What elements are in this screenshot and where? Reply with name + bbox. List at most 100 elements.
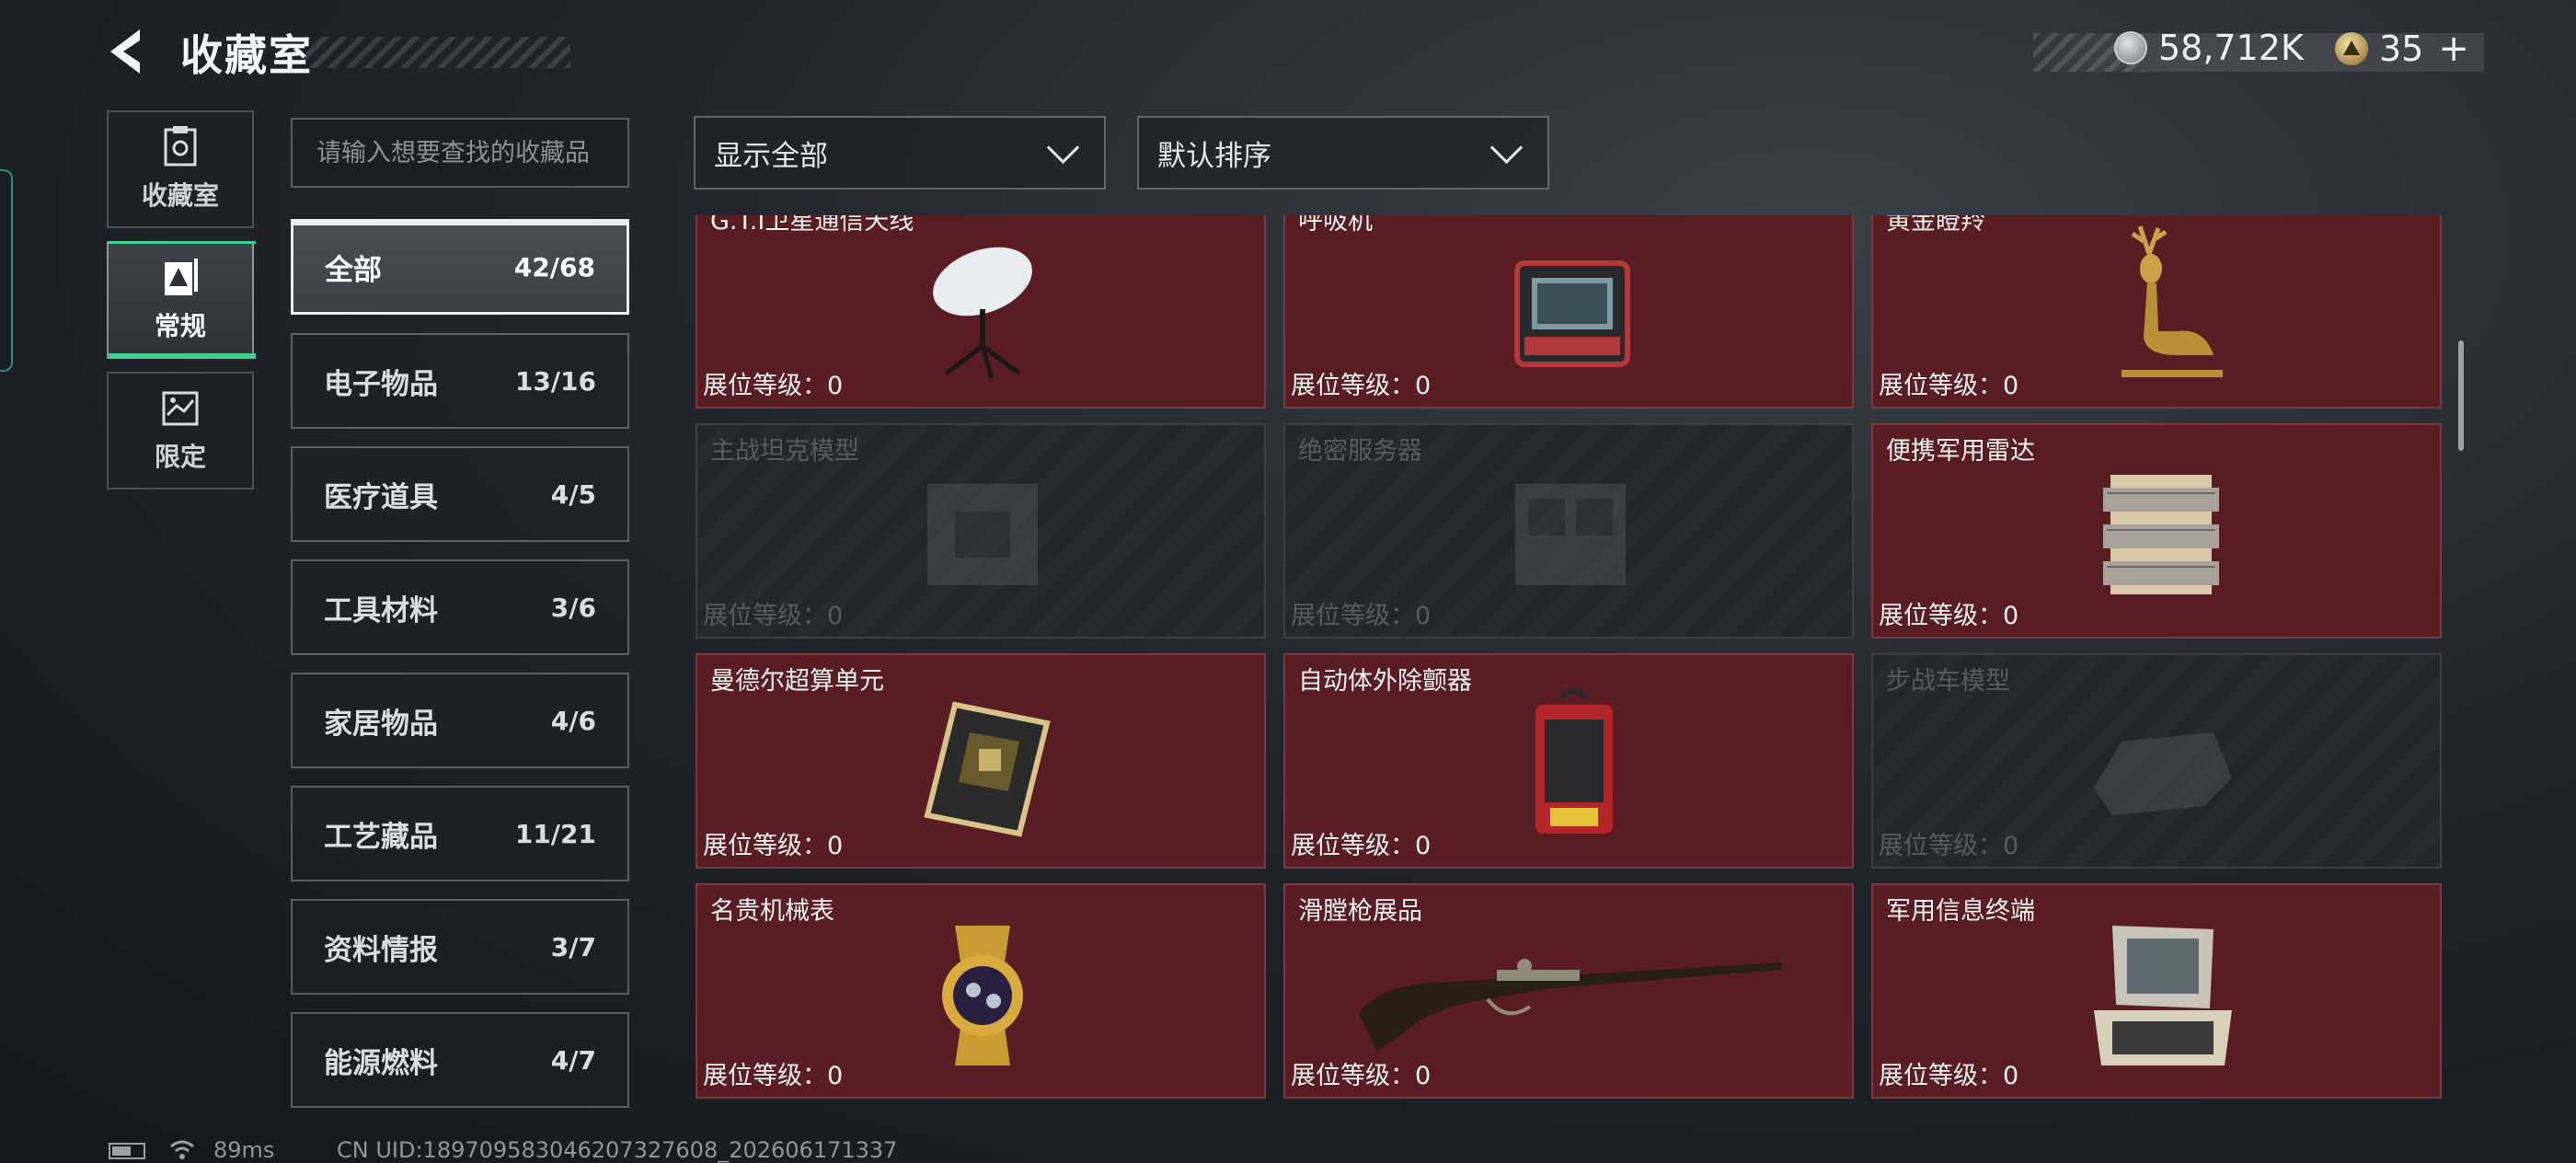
tank-model-icon xyxy=(927,484,1038,585)
regular-card-icon xyxy=(165,259,198,295)
coin-amount: 58,712K xyxy=(2158,28,2304,68)
category-name: 工艺藏品 xyxy=(324,820,438,854)
collection-item-card[interactable]: 黄金瞪羚 展位等级：0 xyxy=(1871,215,2442,409)
collection-box-icon xyxy=(164,126,197,167)
token-icon xyxy=(2335,32,2368,65)
category-count: 3/6 xyxy=(550,592,596,623)
category-count: 4/6 xyxy=(550,705,596,736)
defibrillator-icon xyxy=(1535,688,1613,834)
collection-item-card[interactable]: 呼吸机 展位等级：0 xyxy=(1283,215,1854,409)
coin-balance: 58,712K xyxy=(2114,28,2304,68)
luxury-watch-icon xyxy=(942,926,1023,1065)
server-icon xyxy=(1515,484,1626,585)
sort-value: 默认排序 xyxy=(1157,139,1271,173)
sort-dropdown[interactable]: 默认排序 xyxy=(1137,116,1549,190)
item-name: 名贵机械表 xyxy=(710,897,834,926)
ventilator-icon xyxy=(1514,260,1630,367)
top-bar: 收藏室 58,712K 35 + xyxy=(0,0,2576,101)
item-name: 军用信息终端 xyxy=(1886,897,2035,926)
item-name: 便携军用雷达 xyxy=(1886,437,2035,466)
item-name: 自动体外除颤器 xyxy=(1298,667,1472,696)
item-name: 黄金瞪羚 xyxy=(1886,215,1985,236)
category-name: 工具材料 xyxy=(324,593,438,628)
wifi-icon xyxy=(170,1140,194,1159)
category-medical[interactable]: 医疗道具 4/5 xyxy=(291,446,629,542)
display-filter-dropdown[interactable]: 显示全部 xyxy=(694,116,1106,190)
uid-readout: CN UID:18970958304620732760​8_2026061713… xyxy=(337,1137,898,1163)
category-count: 11/21 xyxy=(514,818,596,849)
collection-item-card[interactable]: G.T.I卫星通信天线 展位等级：0 xyxy=(696,215,1266,409)
category-tools[interactable]: 工具材料 3/6 xyxy=(291,559,629,655)
category-crafts[interactable]: 工艺藏品 11/21 xyxy=(291,786,629,881)
page-title: 收藏室 xyxy=(180,30,313,80)
collection-item-card[interactable]: 便携军用雷达 展位等级：0 xyxy=(1871,423,2442,639)
item-name: G.T.I卫星通信天线 xyxy=(710,215,914,236)
category-name: 医疗道具 xyxy=(324,480,438,514)
category-count: 4/5 xyxy=(550,478,596,510)
nav-label: 常规 xyxy=(154,311,206,341)
search-input[interactable] xyxy=(291,118,629,188)
item-name: 呼吸机 xyxy=(1298,215,1373,236)
collection-item-card[interactable]: 滑膛枪展品 展位等级：0 xyxy=(1283,883,1854,1099)
category-count: 42/68 xyxy=(513,251,595,282)
ping-readout: 89ms xyxy=(213,1137,275,1163)
collection-item-card[interactable]: 绝密服务器 展位等级：0 xyxy=(1283,423,1854,639)
item-display-level: 展位等级：0 xyxy=(1291,602,1432,630)
token-amount: 35 xyxy=(2379,29,2424,69)
collection-grid[interactable]: G.T.I卫星通信天线 展位等级：0 呼吸机 展位等级：0 黄金瞪羚 展位等级：… xyxy=(690,215,2447,1112)
category-name: 全部 xyxy=(325,253,382,287)
chevron-down-icon xyxy=(1046,131,1080,164)
add-token-button[interactable]: + xyxy=(2438,28,2469,70)
title-decoration xyxy=(304,37,570,68)
nav-label: 限定 xyxy=(154,442,206,472)
category-electronics[interactable]: 电子物品 13/16 xyxy=(291,333,629,429)
collection-item-card[interactable]: 曼德尔超算单元 展位等级：0 xyxy=(696,653,1266,869)
category-name: 电子物品 xyxy=(324,367,438,401)
item-display-level: 展位等级：0 xyxy=(703,832,844,860)
category-count: 3/7 xyxy=(550,931,596,962)
nav-collection-room[interactable]: 收藏室 xyxy=(107,110,254,228)
back-arrow-icon[interactable] xyxy=(103,26,155,77)
collection-item-card[interactable]: 名贵机械表 展位等级：0 xyxy=(696,883,1266,1099)
ifv-model-icon xyxy=(2094,732,2232,815)
nav-regular[interactable]: 常规 xyxy=(107,241,256,359)
grid-scrollbar[interactable] xyxy=(2458,340,2464,451)
item-display-level: 展位等级：0 xyxy=(1879,372,2019,400)
display-filter-value: 显示全部 xyxy=(714,139,828,173)
battery-icon xyxy=(109,1143,145,1159)
item-display-level: 展位等级：0 xyxy=(703,602,844,630)
item-display-level: 展位等级：0 xyxy=(703,1062,844,1090)
satellite-dish-icon xyxy=(933,247,1032,379)
chevron-down-icon xyxy=(1489,131,1524,164)
collection-item-card[interactable]: 军用信息终端 展位等级：0 xyxy=(1871,883,2442,1099)
item-display-level: 展位等级：0 xyxy=(703,372,844,400)
portable-radar-icon xyxy=(2103,475,2219,594)
edge-drawer-tab[interactable] xyxy=(0,169,13,372)
category-intel[interactable]: 资料情报 3/7 xyxy=(291,899,629,995)
supercomputer-unit-icon xyxy=(924,701,1051,837)
category-all[interactable]: 全部 42/68 xyxy=(291,219,629,315)
category-count: 4/7 xyxy=(550,1044,596,1076)
collection-item-card[interactable]: 步战车模型 展位等级：0 xyxy=(1871,653,2442,869)
category-household[interactable]: 家居物品 4/6 xyxy=(291,673,629,768)
category-name: 家居物品 xyxy=(324,707,438,741)
military-terminal-icon xyxy=(2094,926,2232,1065)
item-name: 绝密服务器 xyxy=(1298,437,1422,466)
category-energy[interactable]: 能源燃料 4/7 xyxy=(291,1012,629,1108)
category-name: 能源燃料 xyxy=(324,1046,438,1080)
token-balance: 35 + xyxy=(2335,28,2469,70)
musket-icon xyxy=(1359,959,1782,1051)
item-name: 步战车模型 xyxy=(1886,667,2010,696)
collection-item-card[interactable]: 自动体外除颤器 展位等级：0 xyxy=(1283,653,1854,869)
category-count: 13/16 xyxy=(514,365,596,397)
coin-icon xyxy=(2114,31,2147,64)
golden-gazelle-icon xyxy=(2122,225,2223,377)
item-display-level: 展位等级：0 xyxy=(1291,832,1432,860)
item-name: 曼德尔超算单元 xyxy=(710,667,884,696)
limited-map-icon xyxy=(162,391,199,426)
item-display-level: 展位等级：0 xyxy=(1291,372,1432,400)
collection-item-card[interactable]: 主战坦克模型 展位等级：0 xyxy=(696,423,1266,639)
item-name: 滑膛枪展品 xyxy=(1298,897,1422,926)
item-display-level: 展位等级：0 xyxy=(1291,1062,1432,1090)
nav-limited[interactable]: 限定 xyxy=(107,372,254,489)
